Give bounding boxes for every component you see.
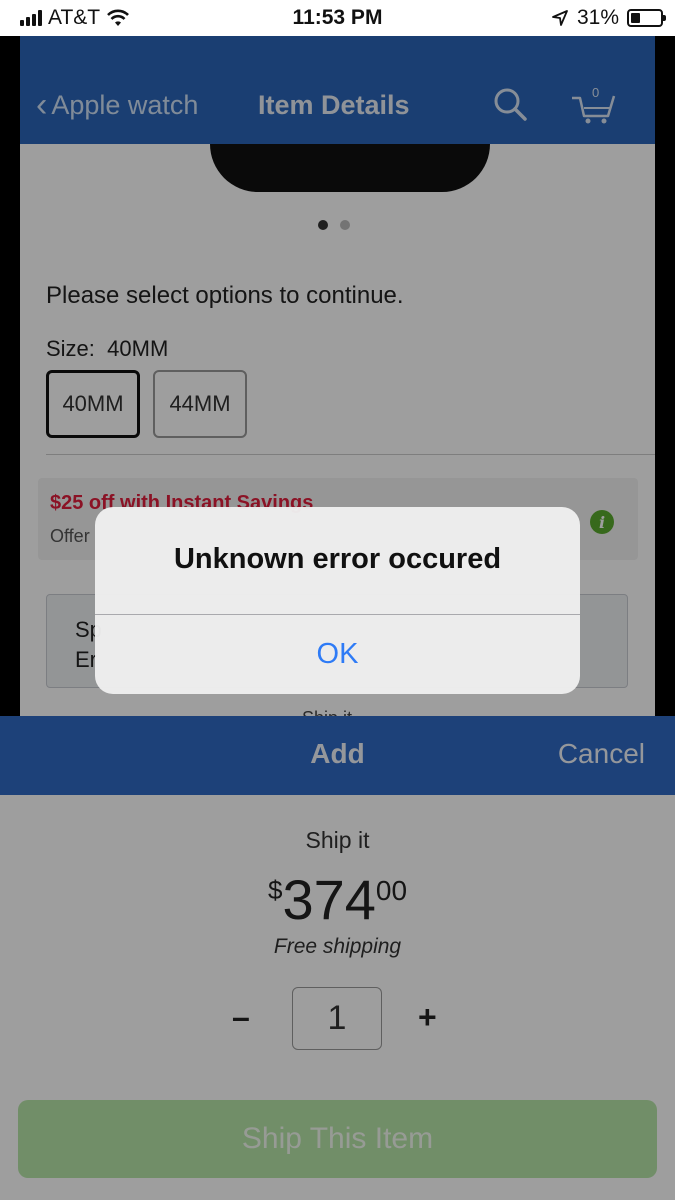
alert-title: Unknown error occured (173, 543, 502, 575)
battery-percent: 31% (576, 6, 619, 29)
location-arrow-icon (552, 10, 568, 26)
alert-ok-button[interactable]: OK (95, 615, 580, 694)
battery-fill (631, 13, 640, 23)
status-bar: AT&T 11:53 PM 31% (0, 0, 675, 36)
status-right: 31% (551, 6, 666, 30)
battery-icon (627, 9, 666, 27)
error-alert-dialog: Unknown error occured OK (95, 507, 580, 694)
